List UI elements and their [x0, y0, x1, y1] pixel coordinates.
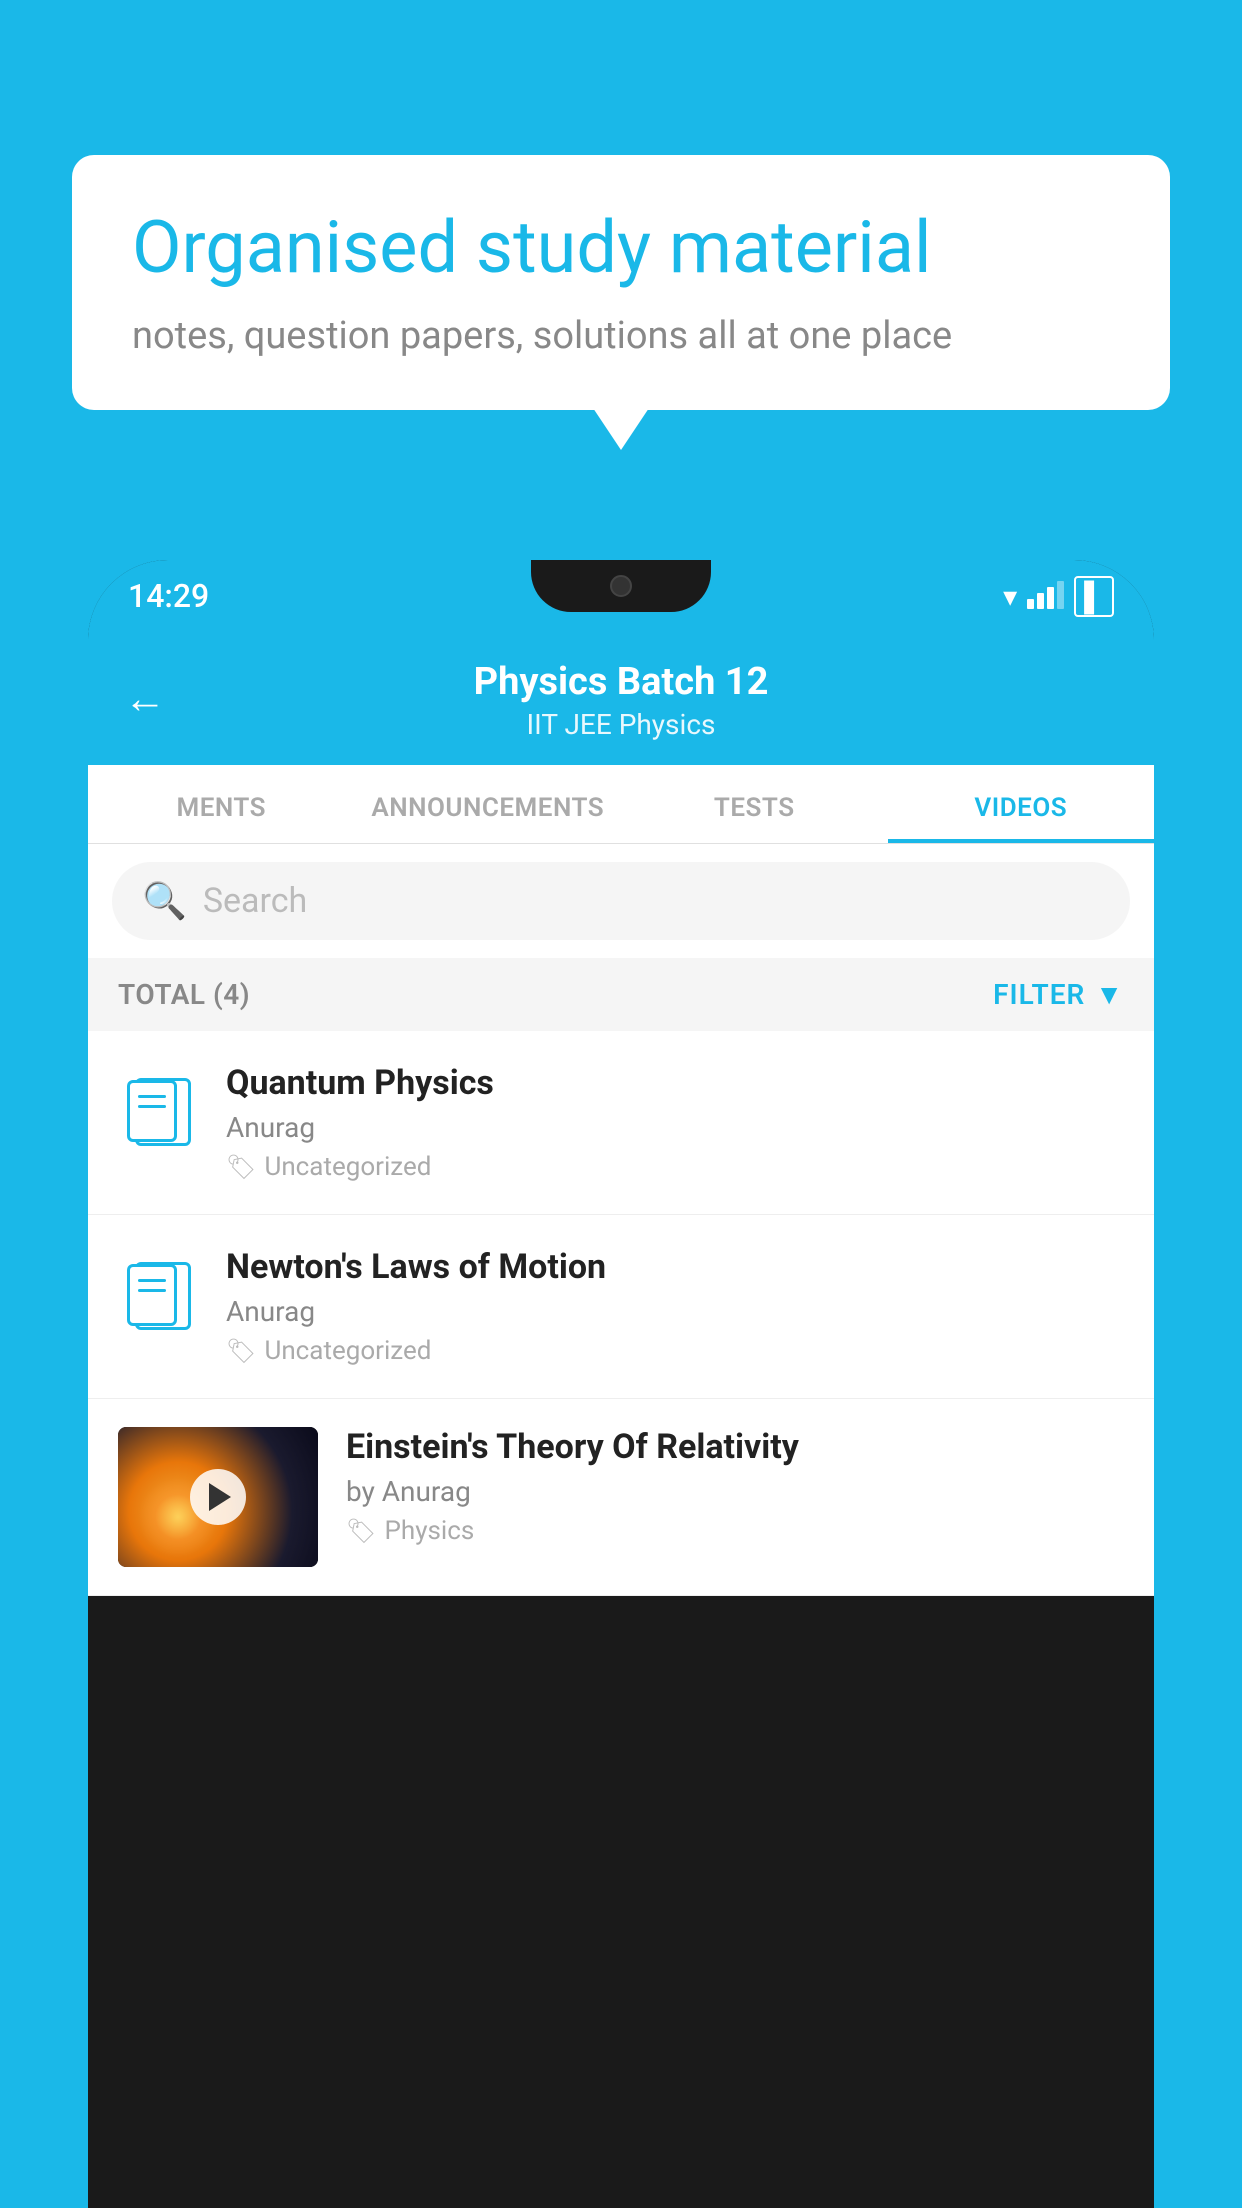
- search-container: 🔍 Search: [88, 844, 1154, 958]
- speech-bubble-wrapper: Organised study material notes, question…: [72, 155, 1170, 410]
- video-info: Quantum Physics Anurag 🏷 Uncategorized: [226, 1063, 1124, 1182]
- tab-announcements[interactable]: ANNOUNCEMENTS: [355, 765, 622, 843]
- signal-icon: [1027, 583, 1064, 609]
- file-icon: [127, 1070, 189, 1146]
- search-placeholder: Search: [203, 881, 307, 921]
- status-icons: ▾ ▌: [1003, 576, 1114, 617]
- speech-bubble-heading: Organised study material: [132, 207, 1110, 290]
- tag-icon: 🏷: [346, 1517, 376, 1545]
- header-title: Physics Batch 12: [474, 660, 769, 704]
- back-button[interactable]: ←: [124, 674, 166, 723]
- header-title-block: Physics Batch 12 IIT JEE Physics: [474, 660, 769, 741]
- list-item[interactable]: Newton's Laws of Motion Anurag 🏷 Uncateg…: [88, 1215, 1154, 1399]
- tag-text: Uncategorized: [264, 1336, 431, 1366]
- tabs-bar: MENTS ANNOUNCEMENTS TESTS VIDEOS: [88, 765, 1154, 844]
- status-time: 14:29: [128, 577, 209, 615]
- app-header: ← Physics Batch 12 IIT JEE Physics: [88, 632, 1154, 765]
- video-title: Quantum Physics: [226, 1063, 1124, 1103]
- notch-camera: [610, 575, 632, 597]
- wifi-icon: ▾: [1003, 580, 1017, 613]
- speech-bubble-subtext: notes, question papers, solutions all at…: [132, 314, 1110, 358]
- play-button[interactable]: [190, 1469, 246, 1525]
- video-title: Newton's Laws of Motion: [226, 1247, 1124, 1287]
- tab-ments[interactable]: MENTS: [88, 765, 355, 843]
- list-item[interactable]: Einstein's Theory Of Relativity by Anura…: [88, 1399, 1154, 1596]
- subtitle-iitjee: IIT JEE: [527, 708, 612, 741]
- tag-text: Uncategorized: [264, 1152, 431, 1182]
- filter-button[interactable]: FILTER ▼: [993, 978, 1124, 1011]
- filter-row: TOTAL (4) FILTER ▼: [88, 958, 1154, 1031]
- video-author: Anurag: [226, 1111, 1124, 1144]
- video-thumb-icon: [118, 1063, 198, 1153]
- tag-icon: 🏷: [226, 1337, 256, 1365]
- speech-bubble: Organised study material notes, question…: [72, 155, 1170, 410]
- battery-icon: ▌: [1074, 576, 1114, 617]
- total-count: TOTAL (4): [118, 978, 250, 1011]
- list-item[interactable]: Quantum Physics Anurag 🏷 Uncategorized: [88, 1031, 1154, 1215]
- video-info: Einstein's Theory Of Relativity by Anura…: [346, 1427, 1124, 1546]
- tab-tests[interactable]: TESTS: [621, 765, 888, 843]
- file-icon: [127, 1254, 189, 1330]
- search-icon: 🔍: [142, 880, 187, 922]
- header-subtitle: IIT JEE Physics: [474, 708, 769, 741]
- video-title: Einstein's Theory Of Relativity: [346, 1427, 1124, 1467]
- search-bar[interactable]: 🔍 Search: [112, 862, 1130, 940]
- video-list: Quantum Physics Anurag 🏷 Uncategorized: [88, 1031, 1154, 1596]
- filter-label: FILTER: [993, 978, 1085, 1011]
- video-author: Anurag: [226, 1295, 1124, 1328]
- video-author: by Anurag: [346, 1475, 1124, 1508]
- tag-icon: 🏷: [226, 1153, 256, 1181]
- filter-icon: ▼: [1095, 978, 1124, 1011]
- phone-notch: [531, 560, 711, 612]
- video-tag: 🏷 Uncategorized: [226, 1336, 1124, 1366]
- tag-text: Physics: [384, 1516, 474, 1546]
- video-info: Newton's Laws of Motion Anurag 🏷 Uncateg…: [226, 1247, 1124, 1366]
- screen-content: ← Physics Batch 12 IIT JEE Physics MENTS…: [88, 632, 1154, 2208]
- video-thumbnail: [118, 1427, 318, 1567]
- tab-videos[interactable]: VIDEOS: [888, 765, 1155, 843]
- video-thumb-icon: [118, 1247, 198, 1337]
- phone-frame: 14:29 ▾ ▌ ← Physics Batch 12 IIT JEE: [88, 560, 1154, 2208]
- video-tag: 🏷 Uncategorized: [226, 1152, 1124, 1182]
- subtitle-physics: Physics: [619, 708, 716, 741]
- video-tag: 🏷 Physics: [346, 1516, 1124, 1546]
